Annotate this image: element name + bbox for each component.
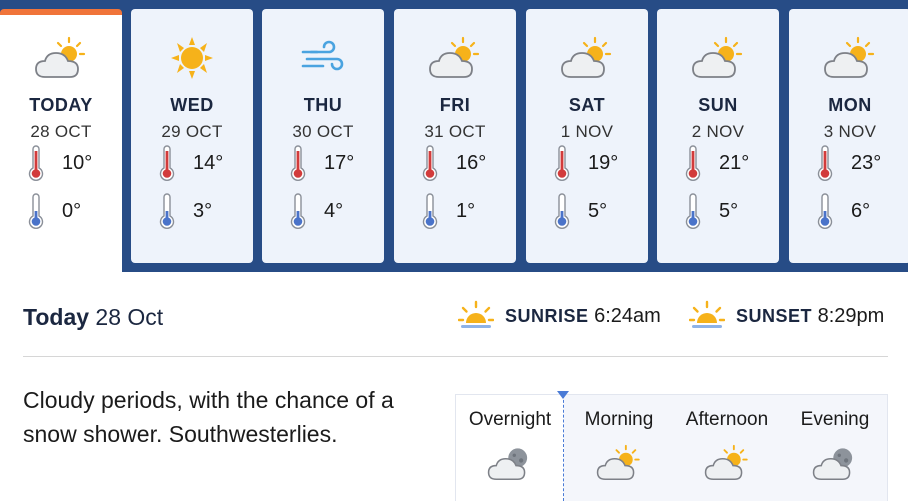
partly-cloudy-icon bbox=[427, 35, 483, 81]
high-temp: 21° bbox=[657, 145, 779, 181]
sunset-time: 8:29pm bbox=[817, 305, 885, 327]
high-temp-value: 17° bbox=[324, 152, 355, 174]
low-temp: 1° bbox=[394, 193, 516, 229]
day-tab-wed[interactable]: WED 29 OCT 14° 3° bbox=[131, 9, 253, 263]
day-date: 1 NOV bbox=[560, 122, 614, 141]
partly-cloudy-icon bbox=[690, 35, 746, 81]
day-name: WED bbox=[170, 95, 214, 115]
sunset-label: SUNSET bbox=[736, 306, 813, 326]
thermometer-hot-icon bbox=[422, 145, 438, 181]
day-date: 28 OCT bbox=[30, 122, 92, 141]
high-temp-value: 14° bbox=[193, 152, 224, 174]
sunset-info: SUNSET 8:29pm bbox=[689, 300, 889, 334]
high-temp: 16° bbox=[394, 145, 516, 181]
day-name: FRI bbox=[439, 95, 471, 115]
day-name: SUN bbox=[698, 95, 738, 115]
day-date: 3 NOV bbox=[823, 122, 877, 141]
day-name: THU bbox=[303, 95, 343, 115]
period-tab-afternoon[interactable]: Afternoon bbox=[673, 395, 781, 501]
day-tab-thu[interactable]: THU 30 OCT 17° 4° bbox=[262, 9, 384, 263]
time-marker-arrow bbox=[557, 391, 569, 399]
partly-cloudy-icon bbox=[595, 443, 643, 483]
thermometer-hot-icon bbox=[290, 145, 306, 181]
high-temp-value: 23° bbox=[851, 152, 882, 174]
period-name: Afternoon bbox=[685, 409, 769, 430]
thermometer-hot-icon bbox=[817, 145, 833, 181]
thermometer-cold-icon bbox=[28, 193, 44, 229]
high-temp: 23° bbox=[789, 145, 908, 181]
thermometer-hot-icon bbox=[685, 145, 701, 181]
sunset-icon bbox=[689, 300, 725, 328]
period-tabs: Overnight Morning Afternoon Evening bbox=[455, 394, 888, 501]
sunrise-time: 6:24am bbox=[594, 305, 661, 327]
day-date: 31 OCT bbox=[424, 122, 486, 141]
low-temp-value: 5° bbox=[719, 200, 739, 222]
thermometer-cold-icon bbox=[685, 193, 701, 229]
low-temp-value: 3° bbox=[193, 200, 213, 222]
time-marker-line bbox=[563, 395, 564, 501]
day-tab-today[interactable]: TODAY 28 OCT 10° 0° bbox=[0, 9, 122, 272]
period-name: Overnight bbox=[468, 409, 552, 430]
partly-cloudy-icon bbox=[33, 35, 89, 81]
period-name: Evening bbox=[800, 409, 870, 430]
partly-cloudy-icon bbox=[703, 443, 751, 483]
low-temp: 3° bbox=[131, 193, 253, 229]
high-temp: 10° bbox=[0, 145, 122, 181]
page-title: Today 28 Oct bbox=[23, 304, 164, 330]
thermometer-cold-icon bbox=[290, 193, 306, 229]
forecast-description: Cloudy periods, with the chance of a sno… bbox=[23, 387, 394, 447]
thermometer-hot-icon bbox=[554, 145, 570, 181]
day-name: MON bbox=[828, 95, 872, 115]
high-temp-value: 16° bbox=[456, 152, 487, 174]
high-temp: 17° bbox=[262, 145, 384, 181]
period-tab-morning[interactable]: Morning bbox=[565, 395, 673, 501]
day-tab-sat[interactable]: SAT 1 NOV 19° 5° bbox=[526, 9, 648, 263]
day-date: 2 NOV bbox=[691, 122, 745, 141]
day-tab-mon[interactable]: MON 3 NOV 23° 6° bbox=[789, 9, 908, 263]
high-temp-value: 21° bbox=[719, 152, 750, 174]
high-temp: 14° bbox=[131, 145, 253, 181]
period-tab-overnight[interactable]: Overnight bbox=[456, 395, 564, 501]
low-temp: 6° bbox=[789, 193, 908, 229]
low-temp: 5° bbox=[657, 193, 779, 229]
cloudy-night-icon bbox=[486, 443, 534, 483]
low-temp: 0° bbox=[0, 193, 122, 229]
sunrise-label: SUNRISE bbox=[505, 306, 589, 326]
sunny-icon bbox=[164, 35, 220, 81]
thermometer-cold-icon bbox=[422, 193, 438, 229]
thermometer-cold-icon bbox=[554, 193, 570, 229]
high-temp-value: 19° bbox=[588, 152, 619, 174]
thermometer-cold-icon bbox=[817, 193, 833, 229]
day-date: 30 OCT bbox=[292, 122, 354, 141]
low-temp-value: 5° bbox=[588, 200, 608, 222]
low-temp-value: 0° bbox=[62, 200, 82, 222]
day-date: 29 OCT bbox=[161, 122, 223, 141]
day-name: SAT bbox=[568, 95, 606, 115]
divider bbox=[23, 356, 888, 357]
sunrise-icon bbox=[458, 300, 494, 328]
low-temp: 4° bbox=[262, 193, 384, 229]
sunrise-info: SUNRISE 6:24am bbox=[458, 300, 668, 334]
low-temp-value: 4° bbox=[324, 200, 344, 222]
high-temp: 19° bbox=[526, 145, 648, 181]
period-name: Morning bbox=[584, 409, 654, 430]
day-tab-fri[interactable]: FRI 31 OCT 16° 1° bbox=[394, 9, 516, 263]
low-temp-value: 1° bbox=[456, 200, 476, 222]
thermometer-hot-icon bbox=[28, 145, 44, 181]
day-tab-sun[interactable]: SUN 2 NOV 21° 5° bbox=[657, 9, 779, 263]
partly-cloudy-icon bbox=[822, 35, 878, 81]
day-name: TODAY bbox=[29, 95, 93, 115]
low-temp: 5° bbox=[526, 193, 648, 229]
windy-icon bbox=[295, 35, 351, 81]
thermometer-cold-icon bbox=[159, 193, 175, 229]
high-temp-value: 10° bbox=[62, 152, 93, 174]
thermometer-hot-icon bbox=[159, 145, 175, 181]
low-temp-value: 6° bbox=[851, 200, 871, 222]
cloudy-night-icon bbox=[811, 443, 859, 483]
period-tab-evening[interactable]: Evening bbox=[781, 395, 889, 501]
partly-cloudy-icon bbox=[559, 35, 615, 81]
